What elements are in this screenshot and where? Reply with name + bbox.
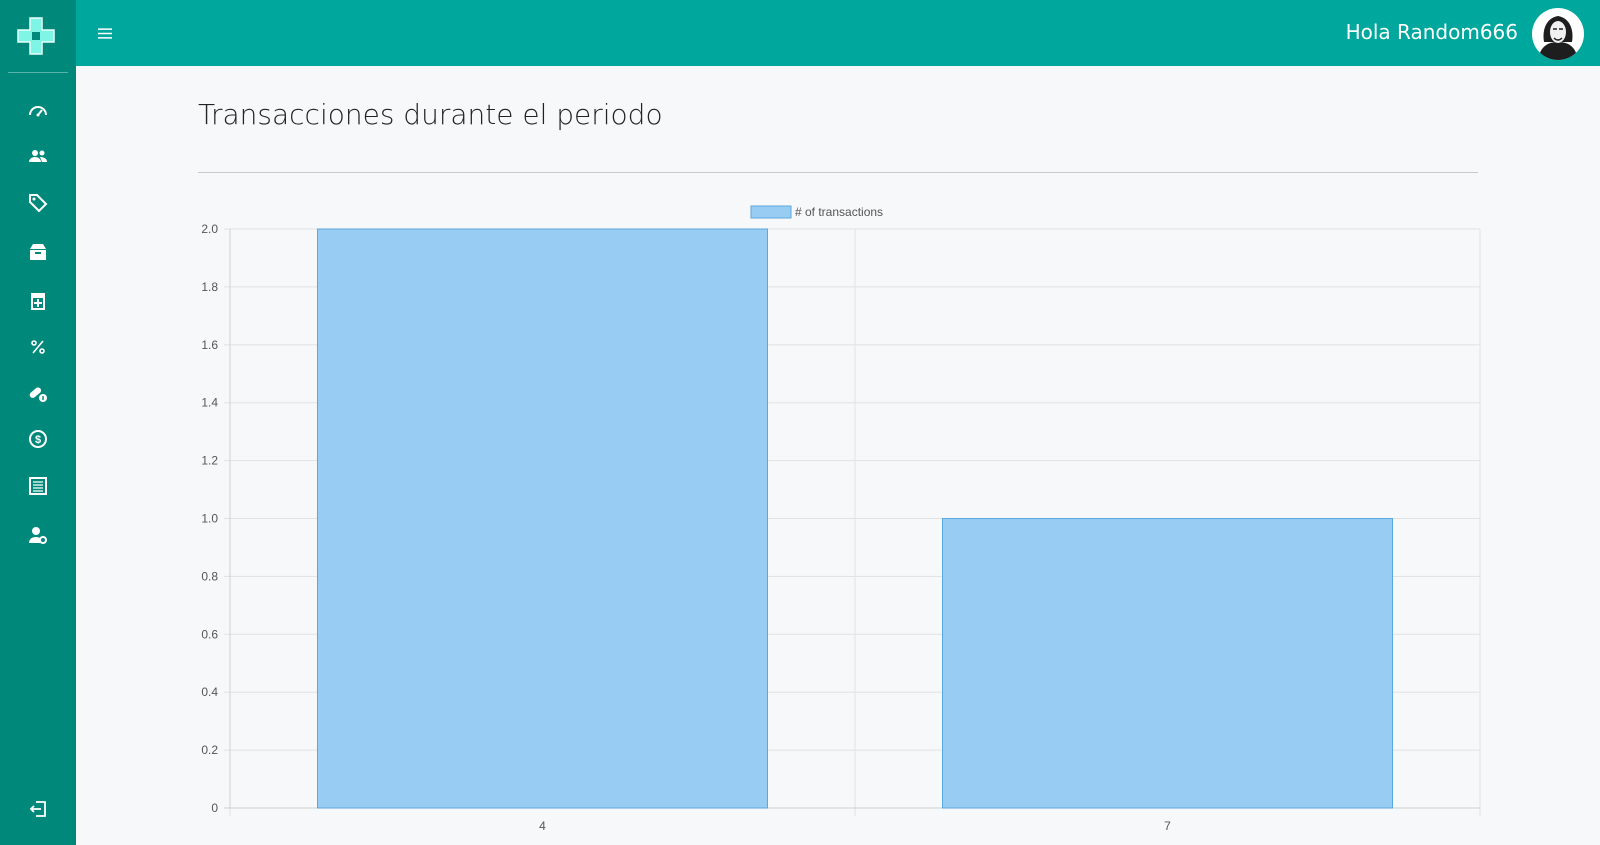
- svg-text:$: $: [35, 434, 41, 446]
- y-tick-label: 1.6: [201, 338, 218, 352]
- y-tick-label: 1.4: [201, 396, 218, 410]
- legend-label: # of transactions: [795, 205, 883, 219]
- dashboard-icon: [29, 106, 47, 117]
- sidebar-item-users[interactable]: [18, 136, 58, 176]
- users-icon: [29, 150, 47, 162]
- medicine-jar-icon: [31, 293, 45, 310]
- sidebar-divider: [8, 72, 68, 73]
- sidebar-item-tags[interactable]: [18, 183, 58, 223]
- y-tick-label: 0: [211, 801, 218, 815]
- menu-toggle-button[interactable]: [94, 22, 116, 44]
- user-settings-icon: [29, 527, 47, 544]
- x-tick-label: 4: [539, 819, 546, 833]
- pills-info-icon: [29, 387, 47, 402]
- sidebar-item-drug-info[interactable]: [18, 373, 58, 413]
- y-tick-label: 0.4: [201, 685, 218, 699]
- percent-icon: [31, 340, 45, 354]
- logout-button[interactable]: [18, 789, 58, 829]
- sidebar: $: [0, 0, 76, 845]
- hamburger-icon: [98, 27, 112, 39]
- user-greeting: Hola Random666: [1345, 20, 1518, 44]
- y-tick-label: 2.0: [201, 222, 218, 236]
- sidebar-item-discounts[interactable]: [18, 327, 58, 367]
- receipt-list-icon: [29, 477, 47, 495]
- legend-swatch: [750, 205, 792, 219]
- inventory-box-icon: [30, 244, 46, 260]
- sidebar-item-user-settings[interactable]: [18, 515, 58, 555]
- transactions-chart: 0 0.2 0.4 0.6 0.8 1.0 1.2 1.4 1.6 1.8 2.0 4 7 # of tr…: [190, 196, 1490, 836]
- pharmacy-cross-logo[interactable]: [16, 16, 56, 56]
- bar: [942, 518, 1393, 809]
- y-tick-label: 0.2: [201, 743, 218, 757]
- logout-icon: [29, 801, 46, 817]
- sidebar-item-dashboard[interactable]: [18, 91, 58, 131]
- money-circle-icon: $: [29, 430, 47, 448]
- title-divider: [198, 172, 1478, 173]
- y-tick-label: 1.8: [201, 280, 218, 294]
- bar: [317, 228, 768, 809]
- sidebar-item-inventory[interactable]: [18, 232, 58, 272]
- sidebar-item-medicines[interactable]: [18, 281, 58, 321]
- page-title: Transacciones durante el periodo: [198, 98, 663, 131]
- sidebar-item-reports[interactable]: [18, 466, 58, 506]
- y-tick-label: 0.6: [201, 627, 218, 641]
- avatar[interactable]: [1532, 8, 1584, 60]
- bar-chart-svg: 0 0.2 0.4 0.6 0.8 1.0 1.2 1.4 1.6 1.8 2.0 4 7 # of tr…: [201, 205, 1481, 833]
- y-tick-label: 0.8: [201, 569, 218, 583]
- tags-icon: [29, 194, 48, 213]
- x-tick-label: 7: [1164, 819, 1171, 833]
- sidebar-item-finance[interactable]: $: [18, 419, 58, 459]
- topbar: Hola Random666: [76, 0, 1600, 66]
- y-tick-label: 1.0: [201, 512, 218, 526]
- y-tick-label: 1.2: [201, 454, 218, 468]
